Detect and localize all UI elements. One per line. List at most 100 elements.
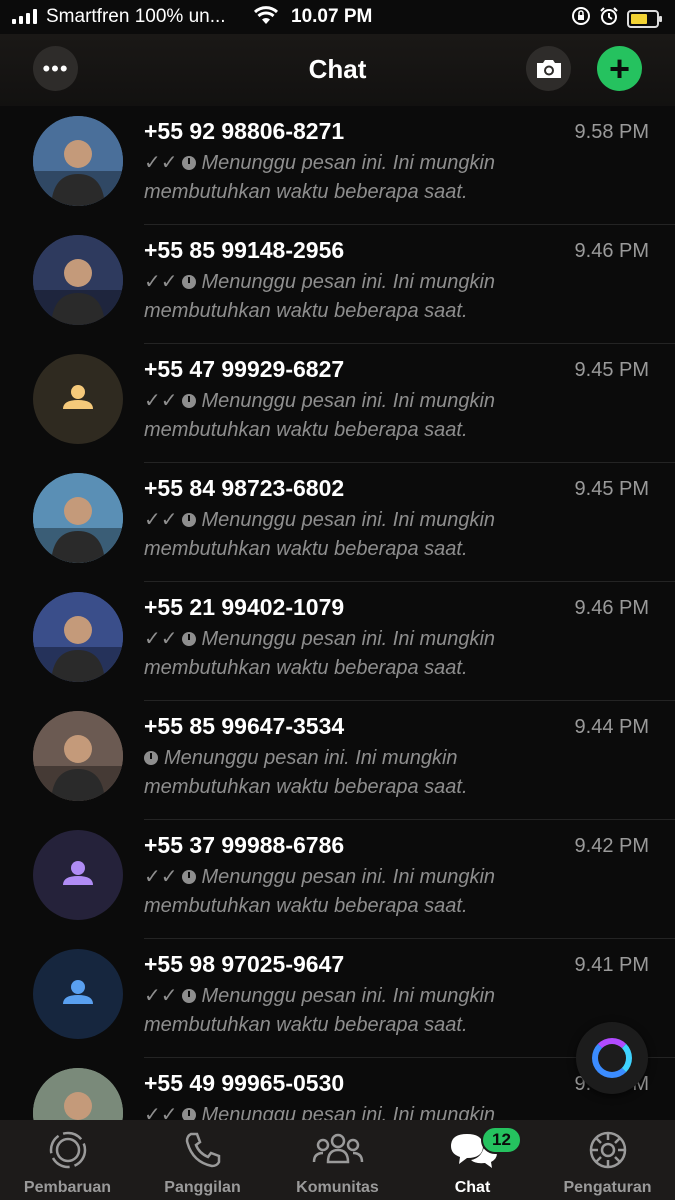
clock-label: 10.07 PM — [291, 6, 373, 27]
community-icon — [310, 1128, 366, 1177]
signal-icon — [12, 9, 37, 24]
chat-preview: ✓✓Menunggu pesan ini. Ini mungkinmembutu… — [144, 506, 564, 564]
double-check-icon: ✓✓ — [144, 509, 178, 531]
preview-line-1: Menunggu pesan ini. Ini mungkin — [201, 509, 496, 531]
profile-photo — [33, 711, 123, 801]
preview-line-2: membutuhkan waktu beberapa saat. — [144, 657, 468, 679]
clock-icon — [144, 751, 158, 765]
chat-name: +55 37 99988-6786 — [144, 832, 345, 858]
chat-time: 9.42 PM — [574, 835, 649, 857]
chat-preview: ✓✓ Menunggu pesan ini. Ini mungkin membutu… — [144, 268, 564, 326]
tab-pembaruan[interactable]: Pembaruan — [0, 1120, 135, 1200]
person-icon — [63, 861, 93, 885]
unread-badge: 12 — [481, 1126, 522, 1154]
chat-row[interactable]: +55 47 99929-6827 9.45 PM ✓✓ Menunggu pesan… — [0, 344, 675, 463]
preview-line-1: Menunggu pesan ini. Ini mungkin — [201, 985, 496, 1007]
chat-preview: ✓✓Menunggu pesan ini. Ini mungkinmembutu… — [144, 387, 564, 445]
person-icon — [63, 385, 93, 409]
meta-ai-button[interactable] — [576, 1022, 648, 1094]
preview-line-1: Menunggu pesan ini. Ini mungkin — [201, 628, 496, 650]
double-check-icon: ✓✓ — [144, 1104, 178, 1120]
tab-panggilan[interactable]: Panggilan — [135, 1120, 270, 1200]
chat-time: 9.45 PM — [574, 359, 649, 381]
avatar[interactable] — [33, 592, 123, 682]
preview-line-1: Menunggu pesan ini. Ini mungkin — [164, 747, 458, 769]
profile-photo — [33, 592, 123, 682]
default-avatar[interactable] — [33, 949, 123, 1039]
chat-name: +55 21 99402-1079 — [144, 594, 345, 620]
chat-name: +55 98 97025-9647 — [144, 951, 345, 977]
chat-row[interactable]: +55 37 99988-6786 9.42 PM ✓✓ Menunggu pesan… — [0, 820, 675, 939]
settings-icon — [586, 1128, 630, 1177]
chat-preview: ✓✓Menunggu pesan ini. Ini mungkinmembutu… — [144, 1101, 564, 1120]
profile-photo — [33, 1068, 123, 1120]
status-bar: Smartfren 100% un... 10.07 PM — [0, 0, 675, 34]
chat-row[interactable]: +55 49 99965-05309.41 PM✓✓Menunggu pesan… — [0, 1058, 675, 1120]
preview-line-2: membutuhkan waktu beberapa saat. — [144, 300, 468, 322]
tab-chat[interactable]: 12 Chat — [405, 1120, 540, 1200]
preview-line-1: Menunggu pesan ini. Ini mungkin — [201, 866, 496, 888]
tab-label: Pembaruan — [23, 1179, 112, 1196]
page-title: Chat — [308, 54, 367, 84]
new-chat-button[interactable]: + — [597, 46, 642, 91]
default-avatar[interactable] — [33, 830, 123, 920]
double-check-icon: ✓✓ — [144, 390, 178, 412]
chat-row[interactable]: +55 92 98806-8271 9.58 PM ✓✓ Menunggu pesan… — [0, 106, 675, 225]
tab-label: Pengaturan — [563, 1179, 652, 1196]
chat-preview: ✓✓ Menunggu pesan ini. Ini mungkin membutu… — [144, 625, 564, 683]
preview-line-2: membutuhkan waktu beberapa saat. — [144, 181, 468, 203]
carrier-label: Smartfren 100% un... — [46, 6, 226, 27]
double-check-icon: ✓✓ — [144, 152, 178, 174]
chat-name: +55 47 99929-6827 — [144, 356, 345, 382]
chat-row[interactable]: +55 84 98723-6802 9.45 PM ✓✓ Menunggu pesan… — [0, 463, 675, 582]
person-icon — [63, 980, 93, 1004]
chat-row[interactable]: +55 85 99647-3534 9.44 PM Menunggu pesan i… — [0, 701, 675, 820]
chat-name: +55 92 98806-8271 — [144, 118, 345, 144]
double-check-icon: ✓✓ — [144, 866, 178, 888]
preview-line-2: membutuhkan waktu beberapa saat. — [144, 776, 468, 798]
tab-pengaturan[interactable]: Pengaturan — [540, 1120, 675, 1200]
chat-time: 9.46 PM — [574, 240, 649, 262]
alarm-icon — [599, 6, 619, 32]
chat-preview: ✓✓Menunggu pesan ini. Ini mungkinmembutu… — [144, 863, 564, 921]
double-check-icon: ✓✓ — [144, 985, 178, 1007]
chat-time: 9.46 PM — [574, 597, 649, 619]
chat-header: ••• Chat + — [0, 34, 675, 106]
preview-line-1: Menunggu pesan ini. Ini mungkin — [201, 271, 496, 293]
rotation-lock-icon — [571, 6, 591, 32]
chat-time: 9.45 PM — [574, 478, 649, 500]
profile-photo — [33, 235, 123, 325]
chat-preview: Menunggu pesan ini. Ini mungkin membutuhk… — [144, 744, 564, 802]
camera-button[interactable] — [526, 46, 571, 91]
battery-icon — [627, 10, 662, 28]
clock-icon — [181, 513, 196, 527]
chat-name: +55 49 99965-0530 — [144, 1070, 345, 1096]
profile-photo — [33, 116, 123, 206]
double-check-icon: ✓✓ — [144, 271, 178, 293]
avatar[interactable] — [33, 1068, 123, 1120]
avatar[interactable] — [33, 235, 123, 325]
avatar[interactable] — [33, 116, 123, 206]
chat-row[interactable]: +55 21 99402-1079 9.46 PM ✓✓ Menunggu pesan… — [0, 582, 675, 701]
chat-list[interactable]: +55 92 98806-8271 9.58 PM ✓✓ Menunggu pesan… — [0, 106, 675, 1120]
clock-icon — [181, 275, 196, 289]
default-avatar[interactable] — [33, 354, 123, 444]
tab-label: Komunitas — [296, 1179, 379, 1196]
preview-line-1: Menunggu pesan ini. Ini mungkin — [201, 1104, 496, 1120]
chat-preview: ✓✓Menunggu pesan ini. Ini mungkinmembutu… — [144, 149, 564, 207]
tab-label: Chat — [454, 1179, 491, 1196]
plus-icon: + — [608, 48, 631, 89]
clock-icon — [181, 989, 196, 1003]
avatar[interactable] — [33, 473, 123, 563]
tab-komunitas[interactable]: Komunitas — [270, 1120, 405, 1200]
chat-row[interactable]: +55 98 97025-9647 9.41 PM ✓✓ Menunggu pesan… — [0, 939, 675, 1058]
chat-name: +55 85 99148-2956 — [144, 237, 345, 263]
double-check-icon: ✓✓ — [144, 628, 178, 650]
clock-icon — [181, 870, 196, 884]
phone-icon — [181, 1128, 225, 1177]
clock-icon — [181, 394, 196, 408]
chat-name: +55 84 98723-6802 — [144, 475, 345, 501]
chat-row[interactable]: +55 85 99148-2956 9.46 PM ✓✓ Menunggu pesan… — [0, 225, 675, 344]
tab-bar: Pembaruan Panggilan Komunitas 12 Chat Pengatu… — [0, 1120, 675, 1200]
avatar[interactable] — [33, 711, 123, 801]
